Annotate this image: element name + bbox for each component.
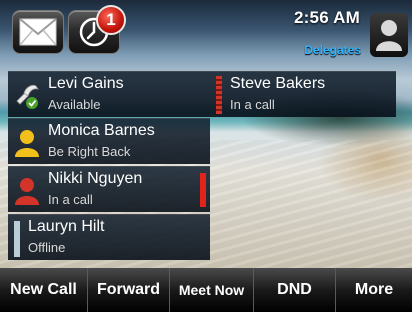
top-bar: 1 2:56 AM Delegates: [0, 0, 412, 62]
new-call-button[interactable]: New Call: [0, 268, 88, 312]
buddy-name: Lauryn Hilt: [28, 218, 105, 235]
buddy-name: Steve Bakers: [230, 75, 326, 92]
person-red-icon: [15, 178, 39, 205]
in-call-indicator: [216, 76, 222, 114]
meet-now-button[interactable]: Meet Now: [170, 268, 254, 312]
phone-screen: 1 2:56 AM Delegates Levi Gains Available…: [0, 0, 412, 312]
missed-calls-badge: 1: [96, 5, 126, 35]
forward-button[interactable]: Forward: [88, 268, 170, 312]
offline-indicator: [14, 221, 20, 257]
person-icon: [376, 20, 402, 51]
buddy-name: Nikki Nguyen: [48, 170, 143, 187]
buddy-name: Monica Barnes: [48, 122, 155, 139]
envelope-icon: [19, 18, 57, 46]
buddy-card-steve-bakers[interactable]: Steve Bakers In a call: [210, 71, 396, 117]
user-profile-button[interactable]: [370, 13, 408, 57]
person-yellow-icon: [15, 130, 39, 157]
buddy-status: Available: [48, 97, 101, 112]
buddy-status: In a call: [48, 192, 93, 207]
delegates-label[interactable]: Delegates: [304, 43, 361, 57]
buddy-card-nikki-nguyen[interactable]: Nikki Nguyen In a call: [8, 166, 210, 212]
more-button[interactable]: More: [336, 268, 412, 312]
buddy-status: In a call: [230, 97, 275, 112]
buddy-name: Levi Gains: [48, 75, 124, 92]
softkey-bar: New Call Forward Meet Now DND More: [0, 268, 412, 312]
dnd-button[interactable]: DND: [254, 268, 336, 312]
messages-button[interactable]: [12, 10, 64, 54]
buddy-card-lauryn-hilt[interactable]: Lauryn Hilt Offline: [8, 214, 210, 260]
buddy-status: Offline: [28, 240, 66, 255]
buddy-phone-icon: [16, 85, 39, 109]
buddy-status: Be Right Back: [48, 144, 131, 159]
in-call-indicator: [200, 173, 206, 207]
clock-time: 2:56 AM: [294, 8, 360, 27]
buddy-card-monica-barnes[interactable]: Monica Barnes Be Right Back: [8, 118, 210, 164]
buddy-card-levi-gains[interactable]: Levi Gains Available: [8, 71, 210, 117]
